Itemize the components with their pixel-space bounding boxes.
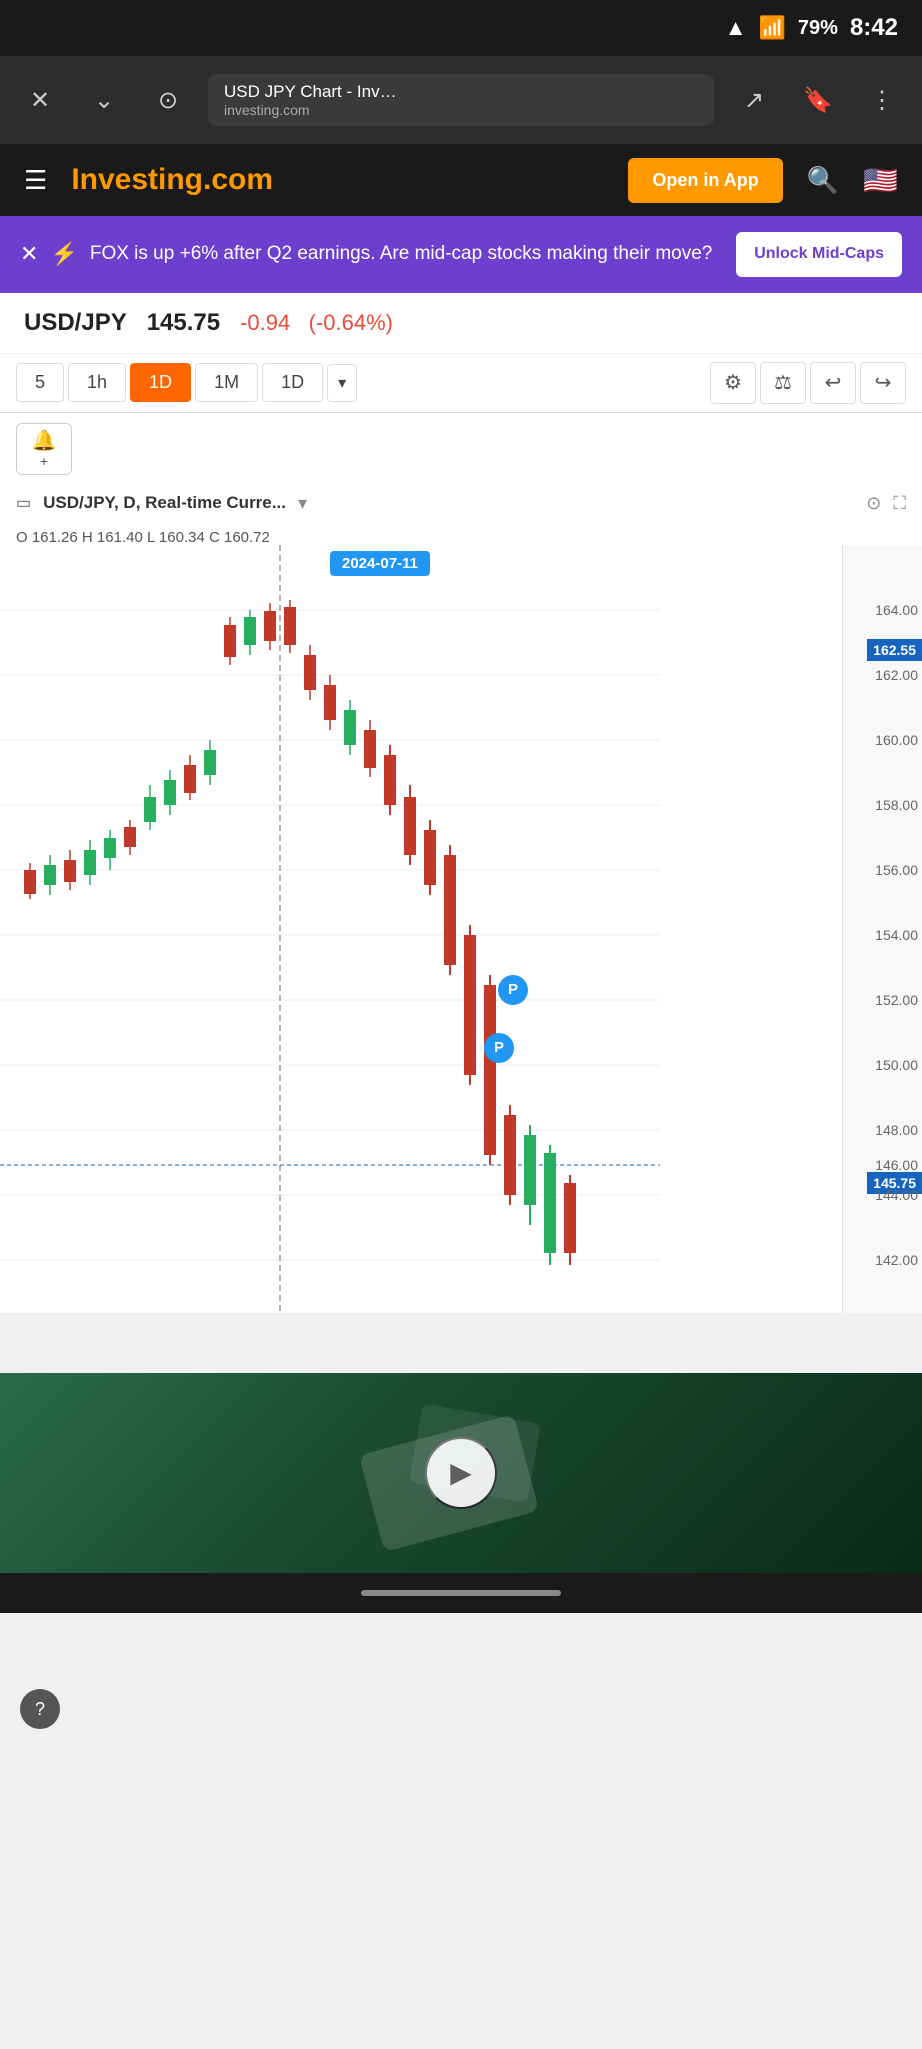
bell-icon: 🔔 [32,428,57,453]
price-label-148: 148.00 [875,1122,918,1138]
close-tab-button[interactable]: ✕ [16,76,64,124]
price-label-146: 146.00 [875,1157,918,1173]
price-scale: 164.00 162.00 162.55 160.00 158.00 156.0… [842,545,922,1313]
low-label: L [147,529,159,546]
bottom-indicator [0,1573,922,1613]
site-logo: Investing.com [71,163,604,197]
video-section: ▶ [0,1373,922,1573]
wifi-icon: ▲ [725,15,747,41]
signal-icon: 📶 [759,15,786,41]
search-button[interactable]: 🔍 [807,165,839,196]
help-button[interactable]: ? [20,1689,60,1729]
chart-tooltip: 2024-07-11 [330,551,430,576]
cast-icon: ⊙ [158,86,178,115]
high-value: 161.40 [97,529,143,546]
low-value: 160.34 [159,529,205,546]
price-label-150: 150.00 [875,1057,918,1073]
tabs-button[interactable]: ⌄ [80,76,128,124]
language-flag[interactable]: 🇺🇸 [863,164,898,197]
high-label: H [82,529,97,546]
chart-toolbar: 5 1h 1D 1M 1D ▾ ⚙ ⚖ ↩ ↪ [0,354,922,413]
price-label-160: 160.00 [875,732,918,748]
price-label-142: 142.00 [875,1252,918,1268]
undo-button[interactable]: ↩ [810,362,856,404]
alert-area: 🔔 + [0,413,922,485]
tf-1d-button[interactable]: 1D [130,363,191,402]
price-label-162: 162.00 [875,667,918,683]
tf-more-button[interactable]: ▾ [327,364,357,402]
close-value: 160.72 [224,529,270,546]
banner-text: FOX is up +6% after Q2 earnings. Are mid… [90,241,724,268]
alert-button[interactable]: 🔔 + [16,423,72,475]
current-price: 145.75 [147,309,220,337]
tf-1m-button[interactable]: 1M [195,363,258,402]
chart-symbol: USD/JPY, D, Real-time Curre... [43,493,286,513]
settings-button[interactable]: ⚙ [710,362,756,404]
site-header: ☰ Investing.com Open in App 🔍 🇺🇸 [0,144,922,216]
price-label-144: 144.00 [875,1187,918,1203]
chart-container[interactable]: 🔔 + ▭ USD/JPY, D, Real-time Curre... ▾ ⊙… [0,413,922,1313]
logo-text: Investing [71,163,203,196]
price-label-156: 156.00 [875,862,918,878]
close-label: C [209,529,224,546]
url-domain: investing.com [224,102,698,118]
bookmark-button[interactable]: 🔖 [794,76,842,124]
chart-camera-button[interactable]: ⊙ [866,493,881,514]
status-bar: ▲ 📶 79% 8:42 [0,0,922,56]
unlock-button[interactable]: Unlock Mid-Caps [736,232,902,277]
chart-fullscreen-button[interactable]: ⛶ [893,493,906,514]
currency-pair: USD/JPY [24,309,127,337]
chart-info-bar: ▭ USD/JPY, D, Real-time Curre... ▾ ⊙ ⛶ [0,485,922,522]
open-value: 161.26 [32,529,78,546]
logo-suffix: .com [203,163,273,196]
chart-area[interactable]: ▭ USD/JPY, D, Real-time Curre... ▾ ⊙ ⛶ O… [0,485,922,1313]
redo-button[interactable]: ↪ [860,362,906,404]
menu-button[interactable]: ☰ [24,167,47,193]
page-title: USD JPY Chart - Inv… [224,82,698,102]
chevron-down-icon: ⌄ [94,86,114,115]
change-value: -0.94 [240,310,290,335]
banner-icon: ⚡ [50,241,77,267]
collapse-chart-button[interactable]: ▭ [16,493,31,513]
bookmark-icon: 🔖 [803,86,833,115]
banner-close-button[interactable]: ✕ [20,241,38,267]
unlock-label: Unlock Mid-Caps [754,245,884,262]
price-label-154: 154.00 [875,927,918,943]
price-label-158: 158.00 [875,797,918,813]
tf-5-button[interactable]: 5 [16,363,64,402]
price-change: -0.94 (-0.64%) [240,310,393,336]
share-button[interactable]: ↗ [730,76,778,124]
clock: 8:42 [850,14,898,42]
open-app-button[interactable]: Open in App [628,158,782,203]
tf-1d-alt-button[interactable]: 1D [262,363,323,402]
ohlc-bar: O 161.26 H 161.40 L 160.34 C 160.72 [16,529,270,546]
pivot-badge-2: P [484,1033,514,1063]
open-label: O [16,529,32,546]
price-header: USD/JPY 145.75 -0.94 (-0.64%) [0,293,922,354]
more-button[interactable]: ⋮ [858,76,906,124]
price-highlight-16255: 162.55 [867,639,922,661]
cast-button[interactable]: ⊙ [144,76,192,124]
close-icon: ✕ [30,86,50,115]
more-icon: ⋮ [870,86,894,115]
promo-banner: ✕ ⚡ FOX is up +6% after Q2 earnings. Are… [0,216,922,293]
url-bar[interactable]: USD JPY Chart - Inv… investing.com [208,74,714,126]
price-label-152: 152.00 [875,992,918,1008]
compare-button[interactable]: ⚖ [760,362,806,404]
price-label-164: 164.00 [875,602,918,618]
home-indicator [361,1590,561,1596]
alert-add-icon: + [40,453,48,469]
pivot-badge-1: P [498,975,528,1005]
video-thumbnail: ▶ [0,1373,922,1573]
candlestick-chart [0,545,660,1313]
share-icon: ↗ [744,86,764,115]
battery-status: 79% [798,17,838,40]
browser-chrome: ✕ ⌄ ⊙ USD JPY Chart - Inv… investing.com… [0,56,922,144]
change-pct: (-0.64%) [309,310,393,335]
tf-1h-button[interactable]: 1h [68,363,126,402]
chart-dropdown-button[interactable]: ▾ [298,493,307,514]
tf-1d-label: 1D [149,372,172,392]
